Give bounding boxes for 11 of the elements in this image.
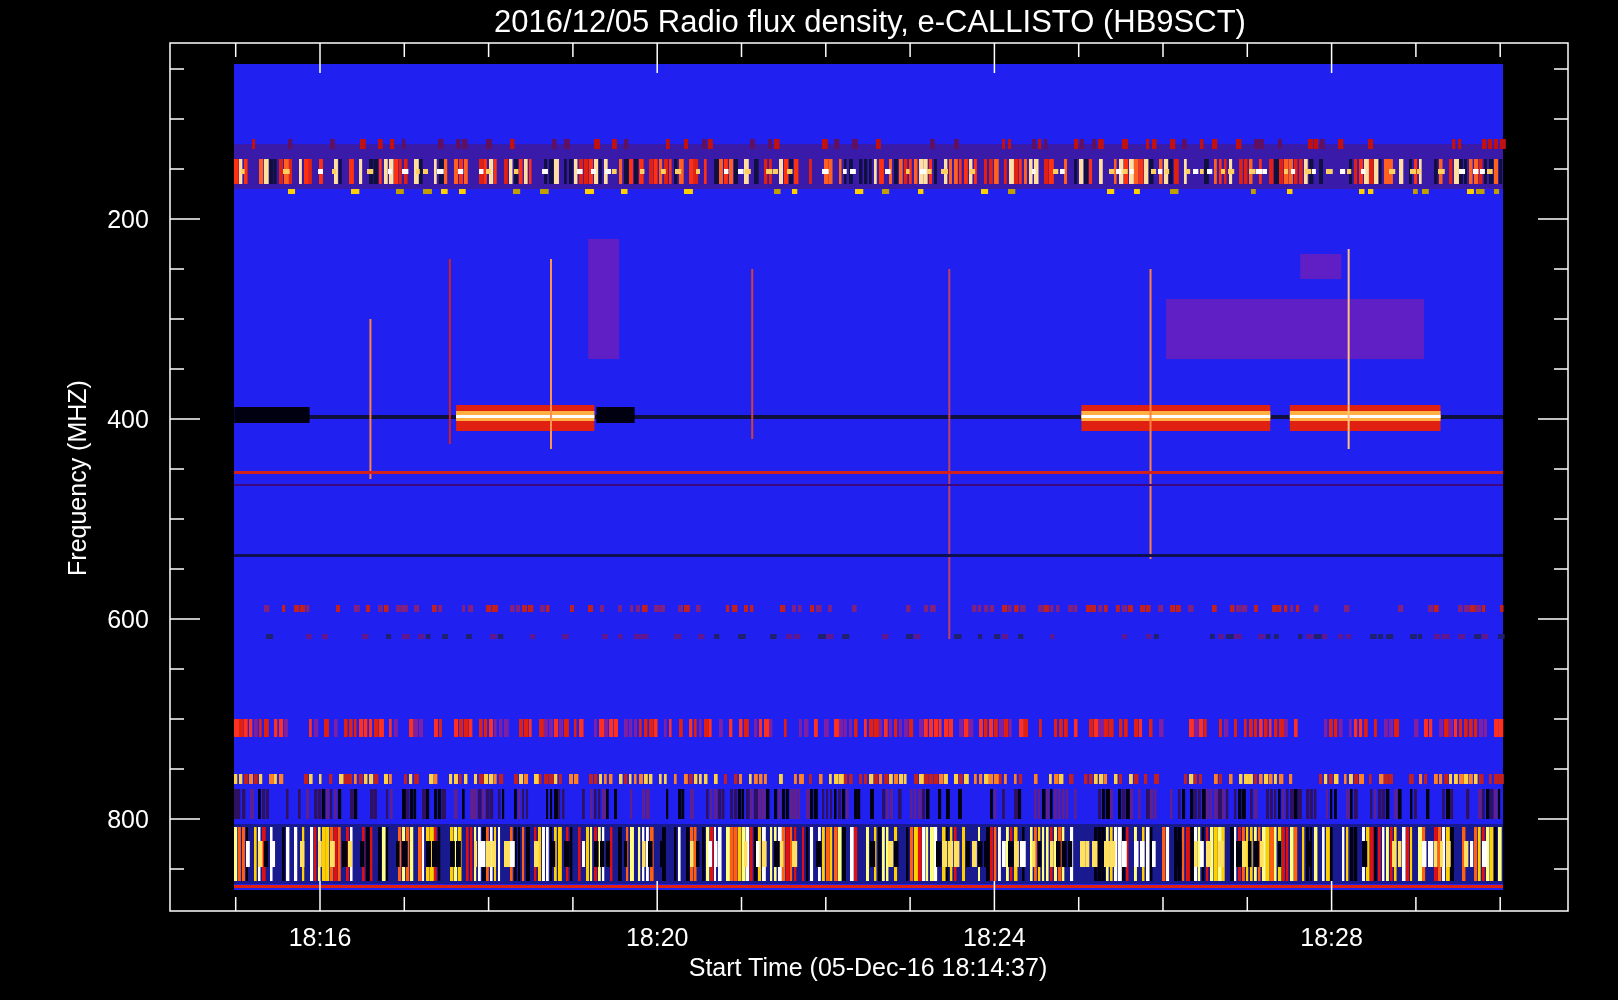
tick-label: 18:16 bbox=[288, 923, 352, 951]
tick-label: 200 bbox=[107, 205, 149, 233]
tick-label: 800 bbox=[107, 805, 149, 833]
tick-label: 600 bbox=[107, 605, 149, 633]
tick-label: 18:28 bbox=[1300, 923, 1363, 951]
tick-label: 18:24 bbox=[963, 923, 1026, 951]
chart-title: 2016/12/05 Radio flux density, e-CALLISTO (HB9SCT) bbox=[494, 4, 1246, 39]
tick-label: 18:20 bbox=[625, 923, 689, 951]
tick-label: 400 bbox=[107, 405, 149, 433]
axis-label: Frequency (MHZ) bbox=[63, 380, 91, 576]
axis-label: Start Time (05-Dec-16 18:14:37) bbox=[688, 953, 1048, 981]
